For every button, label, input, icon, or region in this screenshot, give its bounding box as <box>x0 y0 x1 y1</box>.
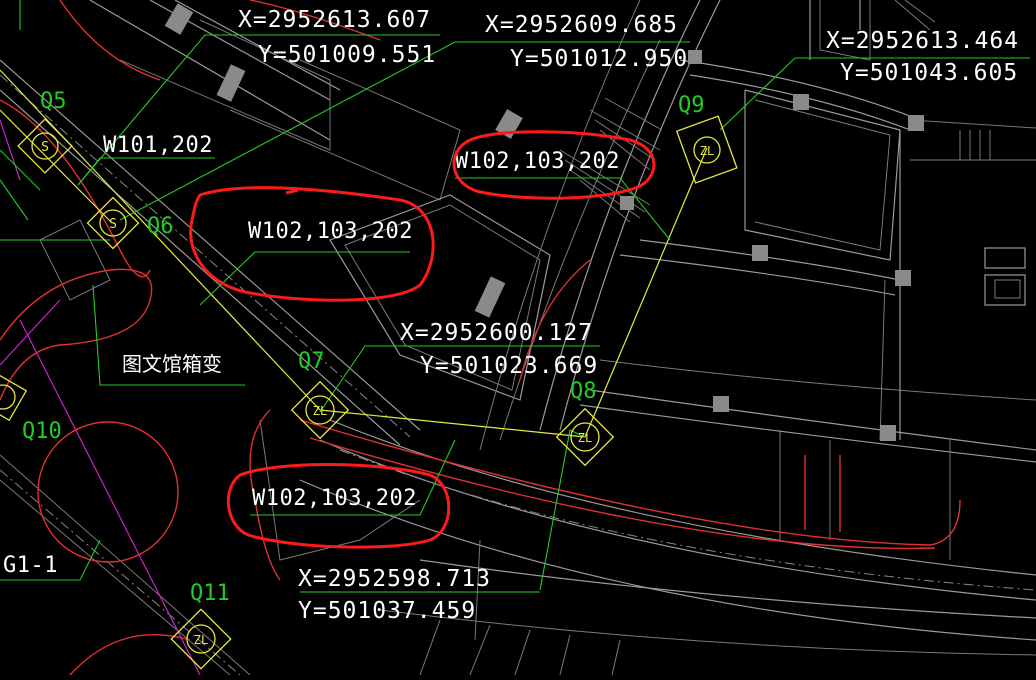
coord-3-y: Y=501043.605 <box>840 60 1018 86</box>
substation-label: 图文馆箱变 <box>122 352 222 376</box>
well-q7[interactable]: Q7 ZL <box>290 349 350 440</box>
coord-4-x: X=2952600.127 <box>400 320 593 346</box>
well-label-q10: Q10 <box>22 419 62 444</box>
leader-lines <box>0 0 1030 593</box>
cable-routes <box>0 69 708 438</box>
well-label-q9: Q9 <box>678 93 705 118</box>
well-symbol-q6: S <box>109 217 117 232</box>
coord-3-x: X=2952613.464 <box>826 28 1019 54</box>
cable-label-top: W102,103,202 <box>455 149 620 174</box>
coord-4-y: Y=501023.669 <box>420 353 598 379</box>
coord-2-x: X=2952609.685 <box>485 12 678 38</box>
coord-1-x: X=2952613.607 <box>238 7 431 33</box>
coord-5-y: Y=501037.459 <box>298 598 476 624</box>
well-q11[interactable]: Q11 ZL <box>170 581 232 670</box>
coord-2-y: Y=501012.950 <box>510 46 688 72</box>
well-symbol-q8: ZL <box>578 431 592 445</box>
well-symbol-q7: ZL <box>313 404 327 418</box>
coord-1-y: Y=501009.551 <box>258 42 436 68</box>
coordinate-labels: X=2952613.607 Y=501009.551 X=2952609.685… <box>238 7 1019 624</box>
magenta-lines <box>0 119 201 676</box>
well-label-q7: Q7 <box>298 349 325 374</box>
well-symbol-q11: ZL <box>194 633 208 647</box>
cable-label-middle: W102,103,202 <box>248 219 413 244</box>
well-q9[interactable]: Q9 ZL <box>675 93 738 184</box>
well-symbol-q9: ZL <box>700 144 714 158</box>
well-symbol-q5: S <box>41 140 49 155</box>
cable-label-w101: W101,202 <box>103 133 213 158</box>
coord-5-x: X=2952598.713 <box>298 566 491 592</box>
cad-drawing[interactable]: Q5 S Q6 S Q7 ZL Q8 ZL Q9 ZL Q10 Q11 ZL X… <box>0 0 1036 676</box>
cable-label-bottom: W102,103,202 <box>252 486 417 511</box>
well-label-q11: Q11 <box>190 581 230 606</box>
well-label-q5: Q5 <box>40 89 67 114</box>
g1-label: G1-1 <box>3 553 58 578</box>
well-label-q8: Q8 <box>570 379 597 404</box>
well-label-q6: Q6 <box>147 214 174 239</box>
cad-drawing-canvas[interactable]: Q5 S Q6 S Q7 ZL Q8 ZL Q9 ZL Q10 Q11 ZL X… <box>0 0 1036 676</box>
